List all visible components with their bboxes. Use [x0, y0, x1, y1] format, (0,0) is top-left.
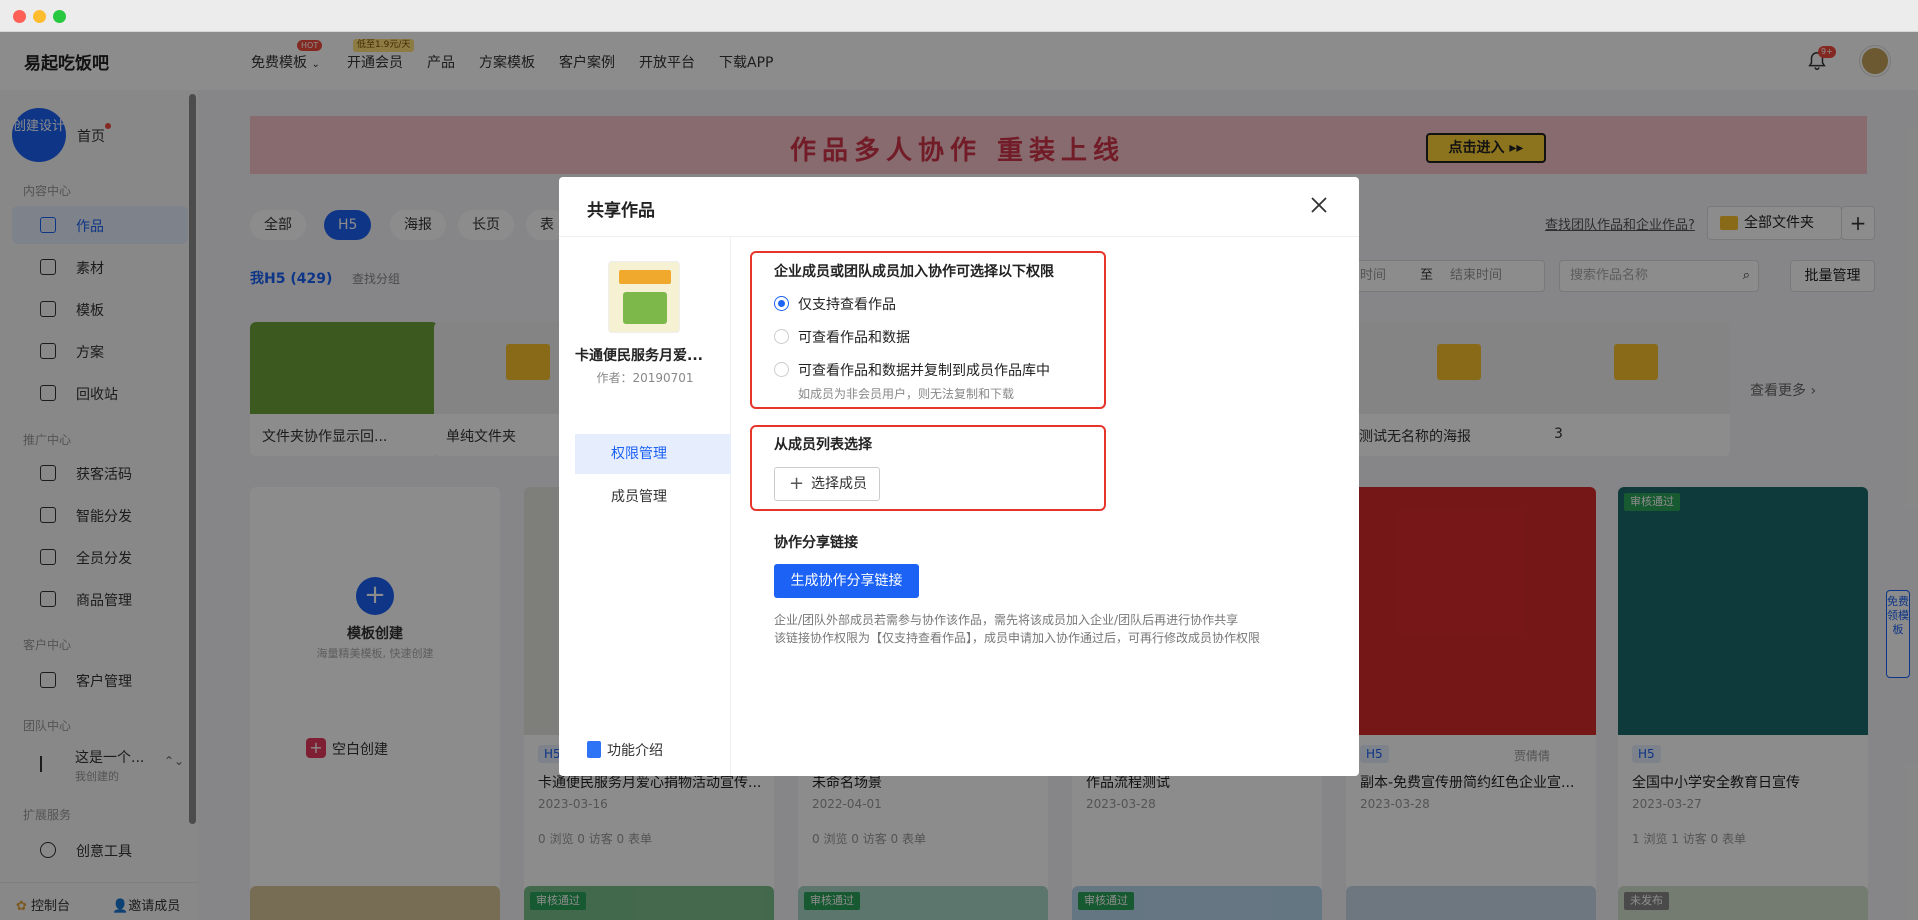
dialog-header: 共享作品: [559, 177, 1359, 237]
permission-section-title: 企业成员或团队成员加入协作可选择以下权限: [774, 264, 1054, 280]
close-window-button[interactable]: [13, 10, 26, 23]
generate-share-link-button[interactable]: 生成协作分享链接: [774, 564, 919, 598]
radio-button[interactable]: [774, 362, 789, 377]
feature-intro-link[interactable]: 功能介绍: [587, 740, 663, 760]
maximize-window-button[interactable]: [53, 10, 66, 23]
share-work-dialog: 共享作品 卡通便民服务月爱... 作者：20190701 权限管理 成员管理 功…: [559, 177, 1359, 776]
close-icon[interactable]: [1307, 193, 1331, 217]
tab-member-management[interactable]: 成员管理: [575, 477, 731, 517]
share-note-1: 企业/团队外部成员若需参与协作该作品，需先将该成员加入企业/团队后再进行协作共享: [774, 613, 1239, 627]
document-icon: [587, 741, 601, 758]
work-thumbnail: [608, 261, 680, 333]
dialog-title: 共享作品: [587, 201, 655, 221]
work-name: 卡通便民服务月爱...: [575, 348, 703, 364]
share-link-section-title: 协作分享链接: [774, 535, 858, 551]
radio-button-checked[interactable]: [774, 296, 789, 311]
minimize-window-button[interactable]: [33, 10, 46, 23]
option-hint: 如成员为非会员用户，则无法复制和下载: [798, 387, 1015, 401]
member-section-title: 从成员列表选择: [774, 437, 872, 453]
tab-permission-management[interactable]: 权限管理: [575, 434, 731, 474]
select-member-button[interactable]: + 选择成员: [774, 467, 880, 501]
radio-button[interactable]: [774, 329, 789, 344]
dialog-sidebar: 卡通便民服务月爱... 作者：20190701 权限管理 成员管理 功能介绍: [559, 237, 731, 776]
work-author: 作者：20190701: [596, 371, 694, 385]
window-titlebar: [0, 0, 1918, 32]
dialog-content: 企业成员或团队成员加入协作可选择以下权限 仅支持查看作品 可查看作品和数据 可查…: [731, 237, 1359, 776]
plus-icon: +: [789, 473, 805, 494]
share-note-2: 该链接协作权限为【仅支持查看作品】，成员申请加入协作通过后，可再行修改成员协作权…: [774, 631, 1261, 645]
